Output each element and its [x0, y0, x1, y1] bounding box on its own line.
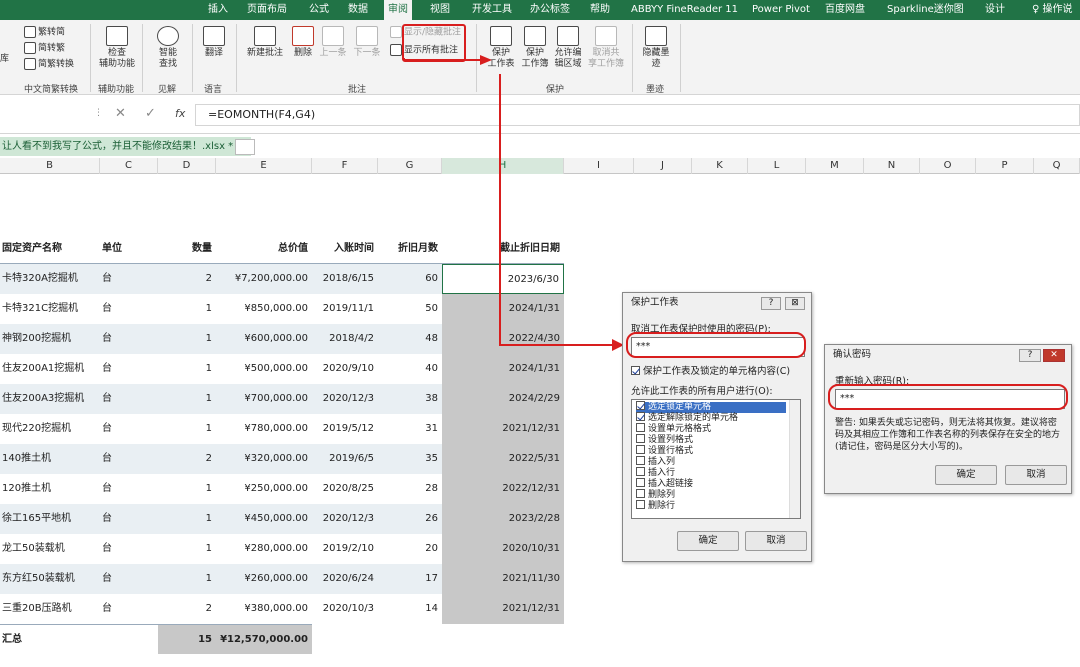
checkbox-icon: [636, 445, 645, 454]
checkbox-icon: [631, 366, 640, 375]
annotation-arrows: [403, 55, 940, 480]
ok-button[interactable]: 确定: [677, 531, 739, 551]
permission-option[interactable]: 插入行: [636, 467, 786, 479]
checkbox-icon: [636, 412, 645, 421]
permission-option[interactable]: 选定锁定单元格: [636, 401, 786, 413]
permission-option[interactable]: 插入超链接: [636, 478, 786, 490]
permission-option[interactable]: 删除列: [636, 489, 786, 501]
checkbox-icon: [636, 500, 645, 509]
help-button[interactable]: ?: [761, 297, 781, 310]
arrow-head: [480, 55, 492, 65]
highlight-box: [626, 332, 806, 358]
highlight-box: [828, 384, 1068, 410]
ok-button[interactable]: 确定: [935, 465, 997, 485]
permission-option[interactable]: 插入列: [636, 456, 786, 468]
permission-option[interactable]: 设置列格式: [636, 434, 786, 446]
checkbox-icon: [636, 478, 645, 487]
checkbox-icon: [636, 434, 645, 443]
checkbox-icon: [636, 489, 645, 498]
cancel-button[interactable]: 取消: [745, 531, 807, 551]
checkbox-icon: [636, 467, 645, 476]
list-scrollbar[interactable]: [789, 400, 800, 518]
arrow-line: [499, 74, 612, 346]
permissions-list[interactable]: 选定锁定单元格 选定解除锁定的单元格 设置单元格格式 设置列格式 设置行格式 插入列 插入行…: [631, 399, 801, 519]
excel-window: { "tabs":["插入","页面布局","公式","数据","审阅","视图…: [0, 0, 1080, 667]
allow-label: 允许此工作表的所有用户进行(O):: [631, 386, 773, 397]
cancel-button[interactable]: 取消: [1005, 465, 1067, 485]
checkbox-icon: [636, 423, 645, 432]
protect-content-checkbox[interactable]: 保护工作表及锁定的单元格内容(C): [631, 363, 790, 377]
permission-option[interactable]: 选定解除锁定的单元格: [636, 412, 786, 424]
dialog-title: 保护工作表: [631, 297, 679, 308]
arrow-line: [403, 58, 480, 61]
close-button[interactable]: ⊠: [785, 297, 805, 310]
permission-option[interactable]: 删除行: [636, 500, 786, 512]
permission-option[interactable]: 设置行格式: [636, 445, 786, 457]
checkbox-icon: [636, 456, 645, 465]
checkbox-icon: [636, 401, 645, 410]
permission-option[interactable]: 设置单元格格式: [636, 423, 786, 435]
confirm-password-dialog: 确认密码 ? ✕ 重新输入密码(R): *** 警告: 如果丢失或忘记密码，则无…: [824, 344, 1072, 494]
help-button[interactable]: ?: [1019, 349, 1041, 362]
warning-text: 警告: 如果丢失或忘记密码，则无法将其恢复。建议将密码及其相应工作簿和工作表名称…: [835, 418, 1061, 452]
close-button[interactable]: ✕: [1043, 349, 1065, 362]
